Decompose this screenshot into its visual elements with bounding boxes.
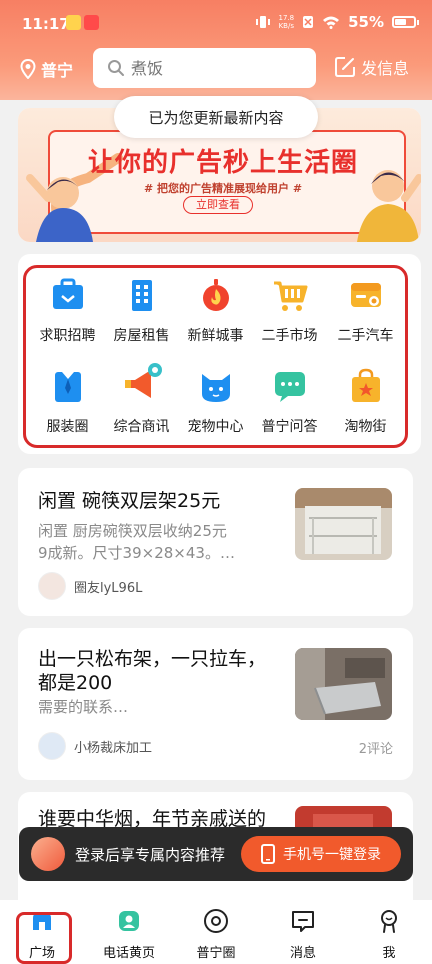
category-pets[interactable]: 宠物中心 xyxy=(178,368,253,450)
profile-icon xyxy=(381,910,397,933)
briefcase-icon xyxy=(50,277,86,313)
category-business-news[interactable]: 综合商讯 xyxy=(104,363,179,450)
message-icon xyxy=(292,911,314,932)
search-box[interactable] xyxy=(93,48,316,88)
feed-item-author[interactable]: 圈友lyL96L xyxy=(38,572,142,600)
home-icon xyxy=(33,913,51,930)
category-label: 淘物街 xyxy=(344,419,387,435)
phone-icon xyxy=(261,844,275,864)
notification-icon xyxy=(66,15,81,30)
category-used-cars[interactable]: 二手汽车 xyxy=(328,277,403,359)
feed-item-desc: 闲置 厨房碗筷双层收纳25元 xyxy=(38,522,227,540)
tab-plaza[interactable]: 广场 xyxy=(2,908,82,961)
category-shopping-street[interactable]: 淘物街 xyxy=(328,368,403,450)
category-label: 新鲜城事 xyxy=(187,328,244,344)
phone-login-button[interactable]: 手机号一键登录 xyxy=(241,836,401,872)
bottom-tab-bar: 广场 电话黄页 普宁圈 消息 我 xyxy=(0,900,432,964)
comment-count: 2评论 xyxy=(358,742,393,757)
banner-subtitle: # 把您的广告精准展现给用户 # xyxy=(143,182,303,195)
category-label: 宠物中心 xyxy=(187,419,244,435)
sim-off-icon xyxy=(303,16,314,28)
category-housing[interactable]: 房屋租售 xyxy=(104,277,179,359)
category-jobs[interactable]: 求职招聘 xyxy=(30,277,105,359)
status-bar: 11:17 17.8 KB/s 55% xyxy=(0,0,432,44)
category-label: 房屋租售 xyxy=(113,328,170,344)
shopping-cart-icon xyxy=(272,277,308,313)
category-label: 综合商讯 xyxy=(113,419,170,435)
edit-icon xyxy=(335,57,355,77)
avatar xyxy=(38,732,66,760)
tab-me[interactable]: 我 xyxy=(349,908,429,961)
post-info-label: 发信息 xyxy=(361,59,410,78)
battery-percent: 55% xyxy=(348,13,384,31)
author-name: 圈友lyL96L xyxy=(74,580,143,596)
location-pin-icon xyxy=(20,59,36,79)
circle-icon xyxy=(204,909,228,933)
banner-title: 让你的广告秒上生活圈 xyxy=(87,148,358,178)
tab-label: 消息 xyxy=(289,946,316,961)
flame-icon xyxy=(198,277,234,313)
feed-item-desc: 需要的联系… xyxy=(38,698,129,716)
status-time: 11:17 xyxy=(22,15,70,33)
shopping-bag-icon xyxy=(348,368,384,404)
login-prompt-text: 登录后享专属内容推荐 xyxy=(75,845,226,864)
location-selector[interactable]: 普宁 xyxy=(20,57,73,81)
avatar xyxy=(31,837,65,871)
feed-item-desc: 9成新。尺寸39×28×43。… xyxy=(38,544,235,562)
vibrate-icon xyxy=(255,16,270,28)
tab-puning-circle[interactable]: 普宁圈 xyxy=(176,908,256,961)
banner-cta-button[interactable]: 立即查看 xyxy=(183,196,253,214)
tab-messages[interactable]: 消息 xyxy=(263,908,343,961)
feed-item-title: 闲置 碗筷双层架25元 xyxy=(38,490,221,512)
feed-item-thumbnail xyxy=(295,648,392,720)
search-input[interactable] xyxy=(131,58,291,78)
category-label: 服装圈 xyxy=(46,419,89,435)
battery-icon xyxy=(392,16,419,28)
net-speed: 17.8 KB/s xyxy=(278,14,295,30)
contact-book-icon xyxy=(119,911,139,931)
building-icon xyxy=(124,277,160,313)
category-label: 求职招聘 xyxy=(39,328,96,344)
chat-bubble-icon xyxy=(272,368,308,404)
login-prompt-banner: 登录后享专属内容推荐 手机号一键登录 xyxy=(19,827,413,881)
feed-item[interactable]: 闲置 碗筷双层架25元 闲置 厨房碗筷双层收纳25元 9成新。尺寸39×28×4… xyxy=(18,468,413,616)
tab-label: 电话黄页 xyxy=(102,946,155,961)
tab-label: 我 xyxy=(382,946,396,961)
avatar xyxy=(38,572,66,600)
category-label: 普宁问答 xyxy=(261,419,318,435)
post-info-button[interactable]: 发信息 xyxy=(333,55,409,79)
feed-item-title: 都是200 xyxy=(38,672,113,694)
tab-label: 普宁圈 xyxy=(196,946,236,961)
notification-icon xyxy=(84,15,99,30)
search-icon xyxy=(108,60,124,76)
wifi-icon xyxy=(323,16,340,29)
megaphone-icon xyxy=(124,363,162,404)
category-second-hand[interactable]: 二手市场 xyxy=(252,277,327,359)
feed-item[interactable]: 出一只松布架，一只拉车， 都是200 需要的联系… 小杨裁床加工 2评论 xyxy=(18,628,413,780)
location-label: 普宁 xyxy=(41,61,74,80)
category-label: 二手市场 xyxy=(261,328,318,344)
author-name: 小杨裁床加工 xyxy=(74,740,153,756)
refresh-toast: 已为您更新最新内容 xyxy=(114,96,318,138)
shirt-icon xyxy=(50,368,86,404)
phone-login-label: 手机号一键登录 xyxy=(283,847,381,863)
cat-icon xyxy=(198,368,234,404)
car-icon xyxy=(348,277,384,313)
tab-label: 广场 xyxy=(28,946,55,961)
category-qa[interactable]: 普宁问答 xyxy=(252,368,327,450)
feed-item-author[interactable]: 小杨裁床加工 xyxy=(38,732,152,760)
category-clothing[interactable]: 服装圈 xyxy=(30,368,105,450)
tab-phone-directory[interactable]: 电话黄页 xyxy=(89,908,169,961)
feed-item-thumbnail xyxy=(295,488,392,560)
category-label: 二手汽车 xyxy=(337,328,394,344)
category-city-news[interactable]: 新鲜城事 xyxy=(178,277,253,359)
status-right: 17.8 KB/s 55% xyxy=(255,13,419,31)
